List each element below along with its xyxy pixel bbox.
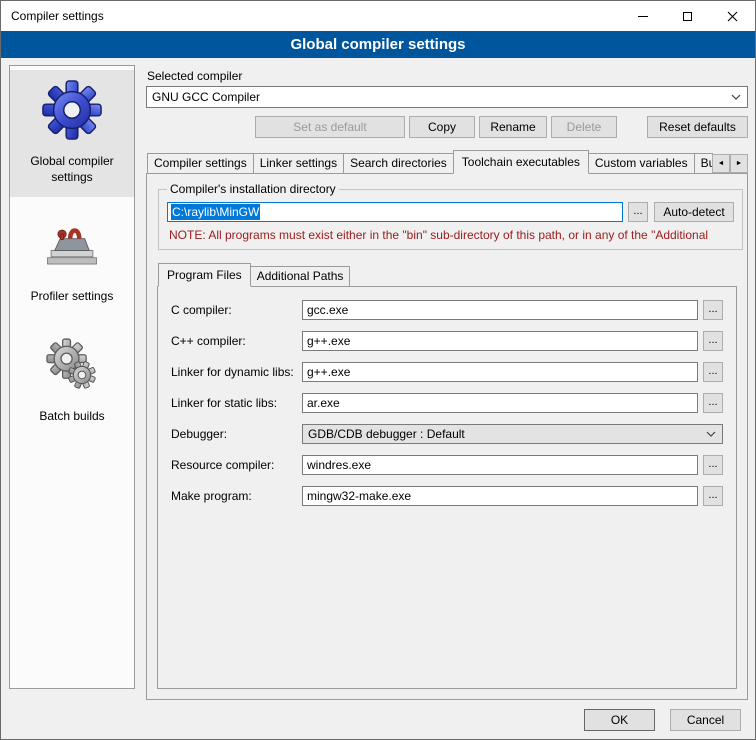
cancel-button[interactable]: Cancel bbox=[670, 709, 741, 731]
debugger-select[interactable]: GDB/CDB debugger : Default bbox=[302, 424, 723, 444]
minimize-icon bbox=[638, 16, 648, 17]
settings-tabstrip: Compiler settings Linker settings Search… bbox=[146, 150, 748, 173]
make-program-label: Make program: bbox=[171, 489, 302, 503]
static-linker-label: Linker for static libs: bbox=[171, 396, 302, 410]
sidebar-item-label: Global compiler settings bbox=[13, 154, 131, 185]
installation-directory-group-title: Compiler's installation directory bbox=[167, 182, 339, 196]
tab-toolchain-executables[interactable]: Toolchain executables bbox=[453, 150, 589, 174]
tab-custom-variables[interactable]: Custom variables bbox=[588, 153, 695, 173]
resource-compiler-input[interactable] bbox=[302, 455, 698, 475]
auto-detect-button[interactable]: Auto-detect bbox=[654, 202, 734, 222]
c-compiler-input[interactable] bbox=[302, 300, 698, 320]
debugger-label: Debugger: bbox=[171, 427, 302, 441]
make-program-browse-button[interactable]: ... bbox=[703, 486, 723, 506]
sidebar-item-label: Profiler settings bbox=[31, 289, 114, 305]
cpp-compiler-input[interactable] bbox=[302, 331, 698, 351]
install-dir-browse-button[interactable]: ... bbox=[628, 202, 648, 222]
tab-compiler-settings[interactable]: Compiler settings bbox=[147, 153, 254, 173]
gray-gears-icon bbox=[40, 333, 104, 397]
main-panel: Selected compiler GNU GCC Compiler Set a… bbox=[135, 65, 755, 702]
sidebar-item-label: Batch builds bbox=[39, 409, 104, 425]
sidebar-item-global-compiler-settings[interactable]: Global compiler settings bbox=[10, 70, 134, 197]
compiler-select[interactable]: GNU GCC Compiler bbox=[146, 86, 748, 108]
make-program-input[interactable] bbox=[302, 486, 698, 506]
cpp-compiler-label: C++ compiler: bbox=[171, 334, 302, 348]
dynamic-linker-label: Linker for dynamic libs: bbox=[171, 365, 302, 379]
window-title: Compiler settings bbox=[1, 9, 104, 23]
toolchain-executables-panel: Compiler's installation directory C:\ray… bbox=[146, 173, 748, 700]
close-icon bbox=[727, 11, 738, 22]
maximize-icon bbox=[683, 12, 692, 21]
window-controls bbox=[620, 1, 755, 31]
toolchain-subtabs: Program Files Additional Paths bbox=[157, 263, 737, 286]
bin-directory-note: NOTE: All programs must exist either in … bbox=[169, 228, 732, 242]
c-compiler-row: C compiler: ... bbox=[171, 300, 723, 320]
installation-directory-row: C:\raylib\MinGW ... Auto-detect bbox=[167, 202, 734, 222]
profiler-plane-icon bbox=[40, 213, 104, 277]
cpp-compiler-row: C++ compiler: ... bbox=[171, 331, 723, 351]
maximize-button[interactable] bbox=[665, 1, 710, 31]
chevron-down-icon bbox=[731, 94, 741, 100]
dialog-body: Global compiler settings Profiler settin… bbox=[1, 58, 755, 702]
copy-button[interactable]: Copy bbox=[409, 116, 475, 138]
blue-gear-icon bbox=[40, 78, 104, 142]
compiler-select-value: GNU GCC Compiler bbox=[152, 90, 260, 104]
tab-scroll-controls: ◄ ► bbox=[712, 154, 748, 173]
dialog-header-title: Global compiler settings bbox=[290, 36, 465, 53]
ok-button[interactable]: OK bbox=[584, 709, 655, 731]
close-button[interactable] bbox=[710, 1, 755, 31]
selected-compiler-label: Selected compiler bbox=[147, 69, 748, 83]
resource-compiler-row: Resource compiler: ... bbox=[171, 455, 723, 475]
tab-build-options[interactable]: Buil bbox=[694, 153, 713, 173]
sidebar-item-batch-builds[interactable]: Batch builds bbox=[10, 325, 134, 437]
tab-scroll-right-button[interactable]: ► bbox=[730, 154, 748, 173]
titlebar: Compiler settings bbox=[1, 1, 755, 31]
tab-scroll-left-button[interactable]: ◄ bbox=[712, 154, 730, 173]
static-linker-row: Linker for static libs: ... bbox=[171, 393, 723, 413]
install-dir-input[interactable]: C:\raylib\MinGW bbox=[167, 202, 623, 222]
chevron-down-icon bbox=[706, 431, 716, 437]
tab-search-directories[interactable]: Search directories bbox=[343, 153, 454, 173]
resource-compiler-browse-button[interactable]: ... bbox=[703, 455, 723, 475]
sidebar-item-profiler-settings[interactable]: Profiler settings bbox=[10, 205, 134, 317]
c-compiler-label: C compiler: bbox=[171, 303, 302, 317]
static-linker-browse-button[interactable]: ... bbox=[703, 393, 723, 413]
c-compiler-browse-button[interactable]: ... bbox=[703, 300, 723, 320]
reset-defaults-button[interactable]: Reset defaults bbox=[647, 116, 748, 138]
tab-linker-settings[interactable]: Linker settings bbox=[253, 153, 344, 173]
debugger-select-value: GDB/CDB debugger : Default bbox=[308, 427, 465, 441]
dynamic-linker-browse-button[interactable]: ... bbox=[703, 362, 723, 382]
static-linker-input[interactable] bbox=[302, 393, 698, 413]
debugger-row: Debugger: GDB/CDB debugger : Default bbox=[171, 424, 723, 444]
delete-button: Delete bbox=[551, 116, 617, 138]
cpp-compiler-browse-button[interactable]: ... bbox=[703, 331, 723, 351]
dialog-footer: OK Cancel bbox=[569, 709, 741, 731]
subtab-program-files[interactable]: Program Files bbox=[158, 263, 251, 287]
minimize-button[interactable] bbox=[620, 1, 665, 31]
set-as-default-button: Set as default bbox=[255, 116, 405, 138]
install-dir-value: C:\raylib\MinGW bbox=[171, 204, 260, 220]
dynamic-linker-row: Linker for dynamic libs: ... bbox=[171, 362, 723, 382]
dialog-header: Global compiler settings bbox=[1, 31, 755, 58]
resource-compiler-label: Resource compiler: bbox=[171, 458, 302, 472]
compiler-actions: Set as default Copy Rename Delete Reset … bbox=[146, 116, 748, 138]
subtab-additional-paths[interactable]: Additional Paths bbox=[250, 266, 351, 286]
dynamic-linker-input[interactable] bbox=[302, 362, 698, 382]
make-program-row: Make program: ... bbox=[171, 486, 723, 506]
installation-directory-group: Compiler's installation directory C:\ray… bbox=[158, 182, 743, 250]
compiler-settings-dialog: Compiler settings Global compiler settin… bbox=[0, 0, 756, 740]
settings-sidebar: Global compiler settings Profiler settin… bbox=[9, 65, 135, 689]
program-files-panel: C compiler: ... C++ compiler: ... Linker… bbox=[157, 286, 737, 689]
rename-button[interactable]: Rename bbox=[479, 116, 547, 138]
